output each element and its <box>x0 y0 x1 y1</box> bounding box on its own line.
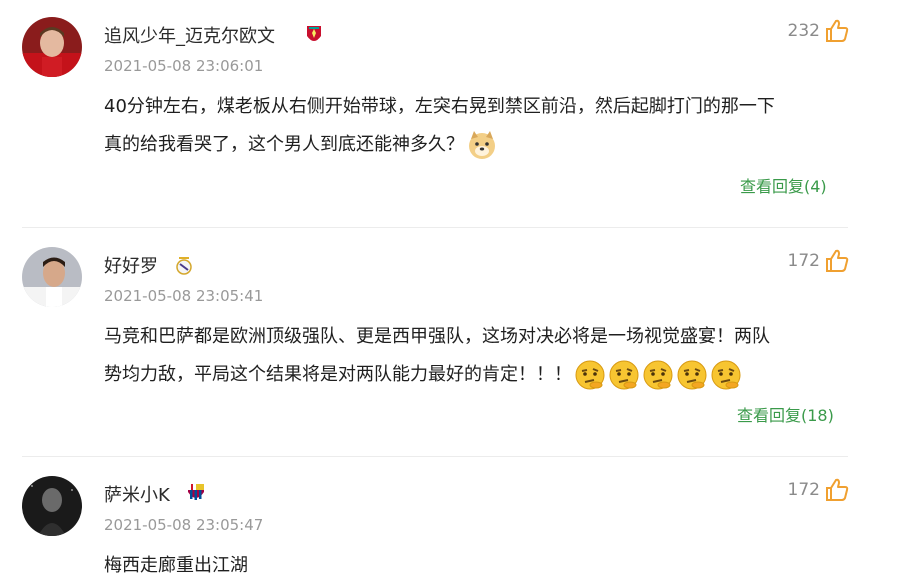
username[interactable]: 萨米小K <box>104 481 170 507</box>
timestamp: 2021-05-08 23:06:01 <box>104 57 264 75</box>
comment-text: 40分钟左右，煤老板从右侧开始带球，左突右晃到禁区前沿，然后起脚打门的那一下 真… <box>104 88 854 164</box>
username[interactable]: 好好罗 <box>104 252 158 278</box>
like-count: 172 <box>787 480 820 500</box>
barcelona-crest-icon <box>185 482 207 504</box>
timestamp: 2021-05-08 23:05:47 <box>104 516 264 534</box>
thumbs-up-icon <box>826 478 849 501</box>
thumbs-up-icon <box>826 19 849 42</box>
thinking-emoji-icon <box>609 360 639 390</box>
avatar[interactable] <box>22 17 82 77</box>
view-replies-link[interactable]: 查看回复(18) <box>737 402 834 426</box>
like-button[interactable]: 232 <box>788 18 850 44</box>
comment-text-line: 40分钟左右，煤老板从右侧开始带球，左突右晃到禁区前沿，然后起脚打门的那一下 <box>104 96 775 117</box>
like-button[interactable]: 172 <box>788 477 850 503</box>
thumbs-up-icon <box>826 249 849 272</box>
thinking-emoji-icon <box>677 360 707 390</box>
username[interactable]: 追风少年_迈克尔欧文 <box>104 22 275 48</box>
comment-text-line-2: 势均力敌，平局这个结果将是对两队能力最好的肯定！！！ <box>104 356 854 394</box>
view-replies-link[interactable]: 查看回复(4) <box>740 173 827 197</box>
thinking-emoji-icon <box>643 360 673 390</box>
like-button[interactable]: 172 <box>788 248 850 274</box>
timestamp: 2021-05-08 23:05:41 <box>104 287 264 305</box>
like-count: 172 <box>787 251 820 271</box>
liverpool-crest-icon <box>303 24 325 46</box>
real-madrid-crest-icon <box>173 254 195 276</box>
divider <box>22 227 848 228</box>
like-count: 232 <box>787 21 820 41</box>
divider <box>22 456 848 457</box>
avatar[interactable] <box>22 476 82 536</box>
thinking-emoji-icon <box>575 360 605 390</box>
comment-text-line: 梅西走廊重出江湖 <box>104 555 248 576</box>
avatar[interactable] <box>22 247 82 307</box>
comment-text-line-2: 真的给我看哭了，这个男人到底还能神多久？ <box>104 126 854 164</box>
thinking-emoji-icon <box>711 360 741 390</box>
comment-text: 梅西走廊重出江湖 <box>104 547 854 585</box>
comment-text: 马竞和巴萨都是欧洲顶级强队、更是西甲强队，这场对决必将是一场视觉盛宴！两队 势均… <box>104 318 854 394</box>
comment-text-line: 马竞和巴萨都是欧洲顶级强队、更是西甲强队，这场对决必将是一场视觉盛宴！两队 <box>104 326 770 347</box>
doge-emoji-icon <box>469 131 495 159</box>
